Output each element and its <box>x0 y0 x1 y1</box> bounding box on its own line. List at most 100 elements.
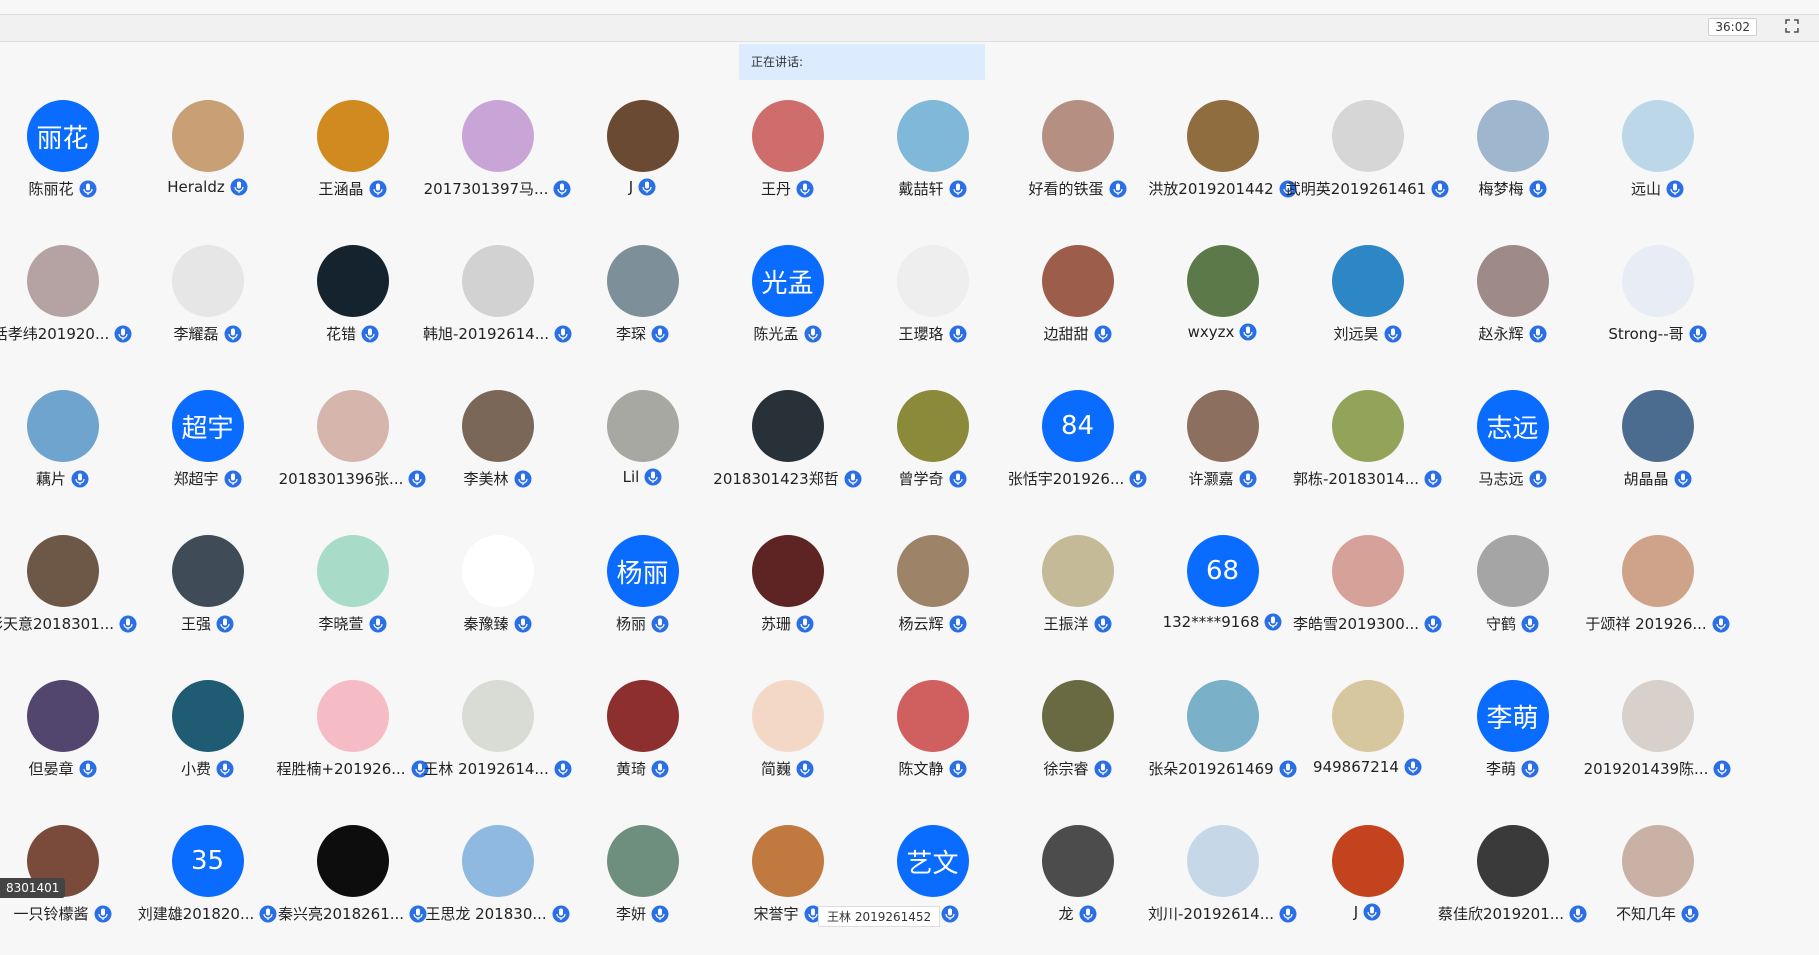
participant-tile[interactable]: 志远 马志远 <box>1440 390 1585 520</box>
microphone-icon[interactable] <box>224 470 242 488</box>
microphone-icon[interactable] <box>514 615 532 633</box>
participant-tile[interactable]: 李耀磊 <box>135 245 280 375</box>
participant-tile[interactable]: 苏珊 <box>715 535 860 665</box>
microphone-icon[interactable] <box>651 905 669 923</box>
participant-tile[interactable]: 简巍 <box>715 680 860 810</box>
microphone-icon[interactable] <box>114 325 132 343</box>
participant-tile[interactable]: 王思龙 201830... <box>425 825 570 955</box>
participant-tile[interactable]: 赵永辉 <box>1440 245 1585 375</box>
participant-tile[interactable]: 胡晶晶 <box>1585 390 1730 520</box>
participant-tile[interactable]: 曾学奇 <box>860 390 1005 520</box>
participant-tile[interactable]: 陈文静 <box>860 680 1005 810</box>
participant-tile[interactable]: 刘远昊 <box>1295 245 1440 375</box>
microphone-icon[interactable] <box>230 178 248 196</box>
microphone-icon[interactable] <box>1529 325 1547 343</box>
participant-tile[interactable]: 35 刘建雄201820... <box>135 825 280 955</box>
microphone-icon[interactable] <box>259 905 277 923</box>
participant-tile[interactable]: 李萌 李萌 <box>1440 680 1585 810</box>
microphone-icon[interactable] <box>361 325 379 343</box>
participant-tile[interactable]: 杨云辉 <box>860 535 1005 665</box>
microphone-icon[interactable] <box>651 325 669 343</box>
microphone-icon[interactable] <box>79 180 97 198</box>
participant-tile[interactable]: 宋誉宇 <box>715 825 860 955</box>
participant-tile[interactable]: 王丹 <box>715 100 860 230</box>
participant-tile[interactable]: 2017301397马... <box>424 100 571 230</box>
participant-tile[interactable]: J <box>1295 825 1440 955</box>
participant-tile[interactable]: 王涵晶 <box>280 100 425 230</box>
microphone-icon[interactable] <box>1094 760 1112 778</box>
microphone-icon[interactable] <box>1094 325 1112 343</box>
microphone-icon[interactable] <box>651 615 669 633</box>
participant-tile[interactable]: Heraldz <box>135 100 280 230</box>
microphone-icon[interactable] <box>1404 758 1422 776</box>
microphone-icon[interactable] <box>1674 470 1692 488</box>
participant-tile[interactable]: Lil <box>570 390 715 520</box>
participant-tile[interactable]: 龙 <box>1005 825 1150 955</box>
participant-tile[interactable]: 2018301396张... <box>279 390 426 520</box>
microphone-icon[interactable] <box>1239 470 1257 488</box>
microphone-icon[interactable] <box>514 470 532 488</box>
participant-tile[interactable]: 李美林 <box>425 390 570 520</box>
microphone-icon[interactable] <box>1109 180 1127 198</box>
microphone-icon[interactable] <box>949 470 967 488</box>
microphone-icon[interactable] <box>369 615 387 633</box>
microphone-icon[interactable] <box>553 180 571 198</box>
microphone-icon[interactable] <box>796 180 814 198</box>
microphone-icon[interactable] <box>1129 470 1147 488</box>
microphone-icon[interactable] <box>1529 470 1547 488</box>
microphone-icon[interactable] <box>796 615 814 633</box>
participant-tile[interactable]: 话孝纬201920... <box>0 245 135 375</box>
microphone-icon[interactable] <box>638 178 656 196</box>
microphone-icon[interactable] <box>71 470 89 488</box>
microphone-icon[interactable] <box>949 325 967 343</box>
microphone-icon[interactable] <box>1713 760 1731 778</box>
participant-tile[interactable]: 好看的铁蛋 <box>1005 100 1150 230</box>
microphone-icon[interactable] <box>1712 615 1730 633</box>
participant-tile[interactable]: 2019201439陈... <box>1584 680 1731 810</box>
participant-tile[interactable]: 84 张恬宇201926... <box>1005 390 1150 520</box>
participant-tile[interactable]: 武明英2019261461 <box>1286 100 1449 230</box>
microphone-icon[interactable] <box>1521 615 1539 633</box>
participant-tile[interactable]: 于颂祥 201926... <box>1585 535 1730 665</box>
microphone-icon[interactable] <box>1666 180 1684 198</box>
microphone-icon[interactable] <box>79 760 97 778</box>
microphone-icon[interactable] <box>796 760 814 778</box>
microphone-icon[interactable] <box>1363 903 1381 921</box>
participant-tile[interactable]: 程胜楠+201926... <box>276 680 429 810</box>
participant-tile[interactable]: 不知几年 <box>1585 825 1730 955</box>
participant-tile[interactable]: 68 132****9168 <box>1150 535 1295 665</box>
microphone-icon[interactable] <box>1681 905 1699 923</box>
participant-tile[interactable]: wxyzx <box>1150 245 1295 375</box>
participant-tile[interactable]: 彭天意2018301... <box>0 535 137 665</box>
participant-tile[interactable]: 王瓔珞 <box>860 245 1005 375</box>
microphone-icon[interactable] <box>949 180 967 198</box>
microphone-icon[interactable] <box>408 470 426 488</box>
participant-tile[interactable]: 李琛 <box>570 245 715 375</box>
participant-tile[interactable]: 王林 20192614... <box>423 680 572 810</box>
participant-tile[interactable]: 李皓雪2019300... <box>1293 535 1442 665</box>
microphone-icon[interactable] <box>1079 905 1097 923</box>
participant-tile[interactable]: 郭栋-20183014... <box>1293 390 1442 520</box>
participant-tile[interactable]: 许灏嘉 <box>1150 390 1295 520</box>
participant-tile[interactable]: 戴喆轩 <box>860 100 1005 230</box>
participant-tile[interactable]: 刘川-20192614... <box>1148 825 1297 955</box>
microphone-icon[interactable] <box>552 905 570 923</box>
participant-tile[interactable]: 远山 <box>1585 100 1730 230</box>
microphone-icon[interactable] <box>651 760 669 778</box>
participant-tile[interactable]: 洪放2019201442 <box>1148 100 1297 230</box>
microphone-icon[interactable] <box>224 325 242 343</box>
participant-tile[interactable]: 花错 <box>280 245 425 375</box>
participant-tile[interactable]: 杨丽 杨丽 <box>570 535 715 665</box>
microphone-icon[interactable] <box>949 615 967 633</box>
participant-tile[interactable]: 徐宗睿 <box>1005 680 1150 810</box>
participant-tile[interactable]: 黄琦 <box>570 680 715 810</box>
participant-tile[interactable]: 2018301423郑哲 <box>713 390 862 520</box>
participant-tile[interactable]: 秦豫臻 <box>425 535 570 665</box>
microphone-icon[interactable] <box>369 180 387 198</box>
microphone-icon[interactable] <box>941 905 959 923</box>
participant-tile[interactable]: 李晓萱 <box>280 535 425 665</box>
participant-tile[interactable]: 守鹤 <box>1440 535 1585 665</box>
participant-tile[interactable]: 丽花 陈丽花 <box>0 100 135 230</box>
participant-tile[interactable]: 藕片 <box>0 390 135 520</box>
fullscreen-icon[interactable] <box>1785 19 1799 33</box>
